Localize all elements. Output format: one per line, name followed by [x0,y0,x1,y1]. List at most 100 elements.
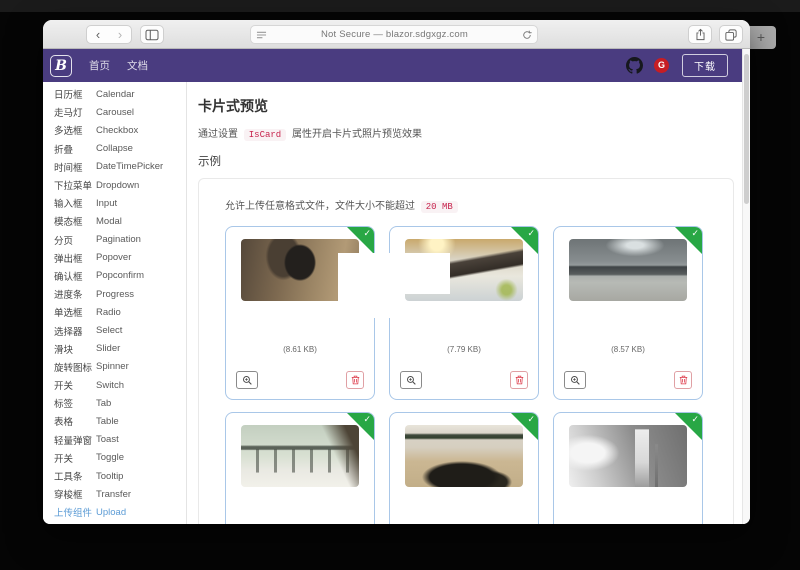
sidebar-item-carousel[interactable]: 走马灯 Carousel [54,103,186,121]
gitee-icon[interactable]: G [654,58,669,73]
sidebar-item-label-en: Progress [96,288,135,300]
sidebar-item-label-en: Select [96,325,123,337]
share-button[interactable] [688,25,712,44]
nav-docs[interactable]: 文档 [127,58,148,73]
sidebar-item-checkbox[interactable]: 多选框 Checkbox [54,121,186,139]
magnifier-plus-icon [570,375,581,386]
back-button[interactable]: ‹ [87,26,109,43]
sidebar-item-label-en: Switch [96,379,124,391]
upload-thumbnail-pier-bench[interactable] [569,239,687,301]
scrollbar-thumb[interactable] [744,54,749,204]
page-description: 通过设置 IsCard 属性开启卡片式照片预览效果 [198,125,734,141]
sidebar-item-label-en: Spinner [96,361,129,373]
sidebar-item-select[interactable]: 选择器 Select [54,321,186,339]
delete-file-button[interactable] [346,371,364,389]
sidebar-item-calendar[interactable]: 日历框 Calendar [54,85,186,103]
github-icon[interactable] [626,57,643,74]
reader-icon[interactable] [256,30,267,40]
upload-preview-card: ✓ [225,412,375,524]
sidebar-item-label-en: Checkbox [96,124,139,136]
check-icon: ✓ [691,414,699,424]
browser-toolbar: ‹ › Not Secure — blazor.sdgxgz.com [43,20,750,49]
upload-card-grid: ✓ (8.61 KB) ✓ (7.79 KB) ✓ (8.57 KB) ✓ ✓ ✓ [225,226,703,524]
forward-button[interactable]: › [109,26,131,43]
sidebar-item-transfer[interactable]: 穿梭框 Transfer [54,485,186,503]
sidebar-item-progress[interactable]: 进度条 Progress [54,285,186,303]
delete-file-button[interactable] [510,371,528,389]
sidebar-item-label-en: Input [96,197,118,209]
app-header: B 首页 文档 G 下载 [43,49,742,82]
sidebar-item-datetimepicker[interactable]: 时间框 DateTimePicker [54,158,186,176]
sidebar-item-dropdown[interactable]: 下拉菜单 Dropdown [54,176,186,194]
sidebar-item-table[interactable]: 表格 Table [54,412,186,430]
trash-icon [679,375,688,385]
download-button[interactable]: 下载 [682,54,728,77]
sidebar-item-label-zh: 折叠 [54,144,74,156]
address-text: Not Secure — blazor.sdgxgz.com [321,29,468,40]
sidebar-item-label-en: Carousel [96,106,135,118]
new-tab-button[interactable]: + [746,26,776,49]
zoom-preview-button[interactable] [400,371,422,389]
sidebar-item-popconfirm[interactable]: 确认框 Popconfirm [54,267,186,285]
sidebar-item-label-en: DateTimePicker [96,161,164,173]
sidebar-item-label-en: Upload [96,506,127,518]
description-prefix: 通过设置 [198,129,238,140]
zoom-preview-button[interactable] [236,371,258,389]
component-sidebar: 日历框 Calendar 走马灯 Carousel 多选框 Checkbox 折叠 Colla… [43,82,187,524]
address-bar[interactable]: Not Secure — blazor.sdgxgz.com [250,25,538,44]
sidebar-item-tab[interactable]: 标签 Tab [54,394,186,412]
sidebar-item-label-zh: 滑块 [54,344,74,356]
upload-hint: 允许上传任意格式文件，文件大小不能超过 20 MB [225,197,707,213]
magnifier-plus-icon [242,375,253,386]
sidebar-item-label-zh: 多选框 [54,126,83,138]
sidebar-item-label-en: Pagination [96,234,141,246]
sidebar-item-upload[interactable]: 上传组件 Upload [54,503,186,521]
sidebar-item-toggle[interactable]: 开关 Toggle [54,449,186,467]
sidebar-item-label-en: Collapse [96,143,133,155]
sidebar-item-input[interactable]: 输入框 Input [54,194,186,212]
main-content: 卡片式预览 通过设置 IsCard 属性开启卡片式照片预览效果 示例 允许上传任… [187,82,742,524]
sidebar-item-collapse[interactable]: 折叠 Collapse [54,140,186,158]
upload-thumbnail-beach-rocks[interactable] [405,425,523,487]
sidebar-item-switch[interactable]: 开关 Switch [54,376,186,394]
sidebar-toggle-button[interactable] [140,25,164,44]
sidebar-item-slider[interactable]: 滑块 Slider [54,340,186,358]
nav-home[interactable]: 首页 [89,58,110,73]
check-icon: ✓ [691,228,699,238]
tab-overview-button[interactable] [719,25,743,44]
zoom-preview-button[interactable] [564,371,586,389]
sidebar-item-label-en: Tab [96,397,112,409]
sidebar-item-tooltip[interactable]: 工具条 Tooltip [54,467,186,485]
sidebar-item-spinner[interactable]: 旋转图标 Spinner [54,358,186,376]
sidebar-item-label-en: Toggle [96,452,124,464]
desktop-background: + ‹ › Not Secure — blazor.sdgxgz.com B 首… [0,0,800,570]
page-title: 卡片式预览 [198,98,268,114]
page-scrollbar[interactable] [742,49,750,524]
sidebar-item-label-en: Dropdown [96,179,140,191]
sidebar-item-toast[interactable]: 轻量弹窗 Toast [54,431,186,449]
sidebar-item-pagination[interactable]: 分页 Pagination [54,231,186,249]
sidebar-item-label-zh: 上传组件 [54,508,93,520]
tabs-icon [725,28,737,41]
check-icon: ✓ [527,228,535,238]
upload-thumbnail-balcony-trees[interactable] [241,425,359,487]
brand-logo[interactable]: B [50,54,72,77]
file-size-label: (8.57 KB) [611,345,645,354]
upload-thumbnail-statue-liberty[interactable] [569,425,687,487]
sidebar-item-label-zh: 标签 [54,399,74,411]
upload-demo-panel: 允许上传任意格式文件，文件大小不能超过 20 MB ✓ (8.61 KB) ✓ (7.… [198,178,734,524]
sidebar-item-label-en: Modal [96,215,122,227]
sidebar-item-popover[interactable]: 弹出框 Popover [54,249,186,267]
sidebar-item-label-zh: 确认框 [54,271,83,283]
refresh-icon[interactable] [522,30,532,40]
delete-file-button[interactable] [674,371,692,389]
sidebar-item-modal[interactable]: 模态框 Modal [54,212,186,230]
sidebar-item-radio[interactable]: 单选框 Radio [54,303,186,321]
upload-hint-text: 允许上传任意格式文件，文件大小不能超过 [225,201,415,212]
description-suffix: 属性开启卡片式照片预览效果 [291,129,422,140]
check-icon: ✓ [527,414,535,424]
sidebar-item-label-zh: 开关 [54,453,74,465]
white-overlay-artifact [338,294,392,318]
share-icon [695,28,706,41]
sidebar-item-label-zh: 单选框 [54,308,83,320]
